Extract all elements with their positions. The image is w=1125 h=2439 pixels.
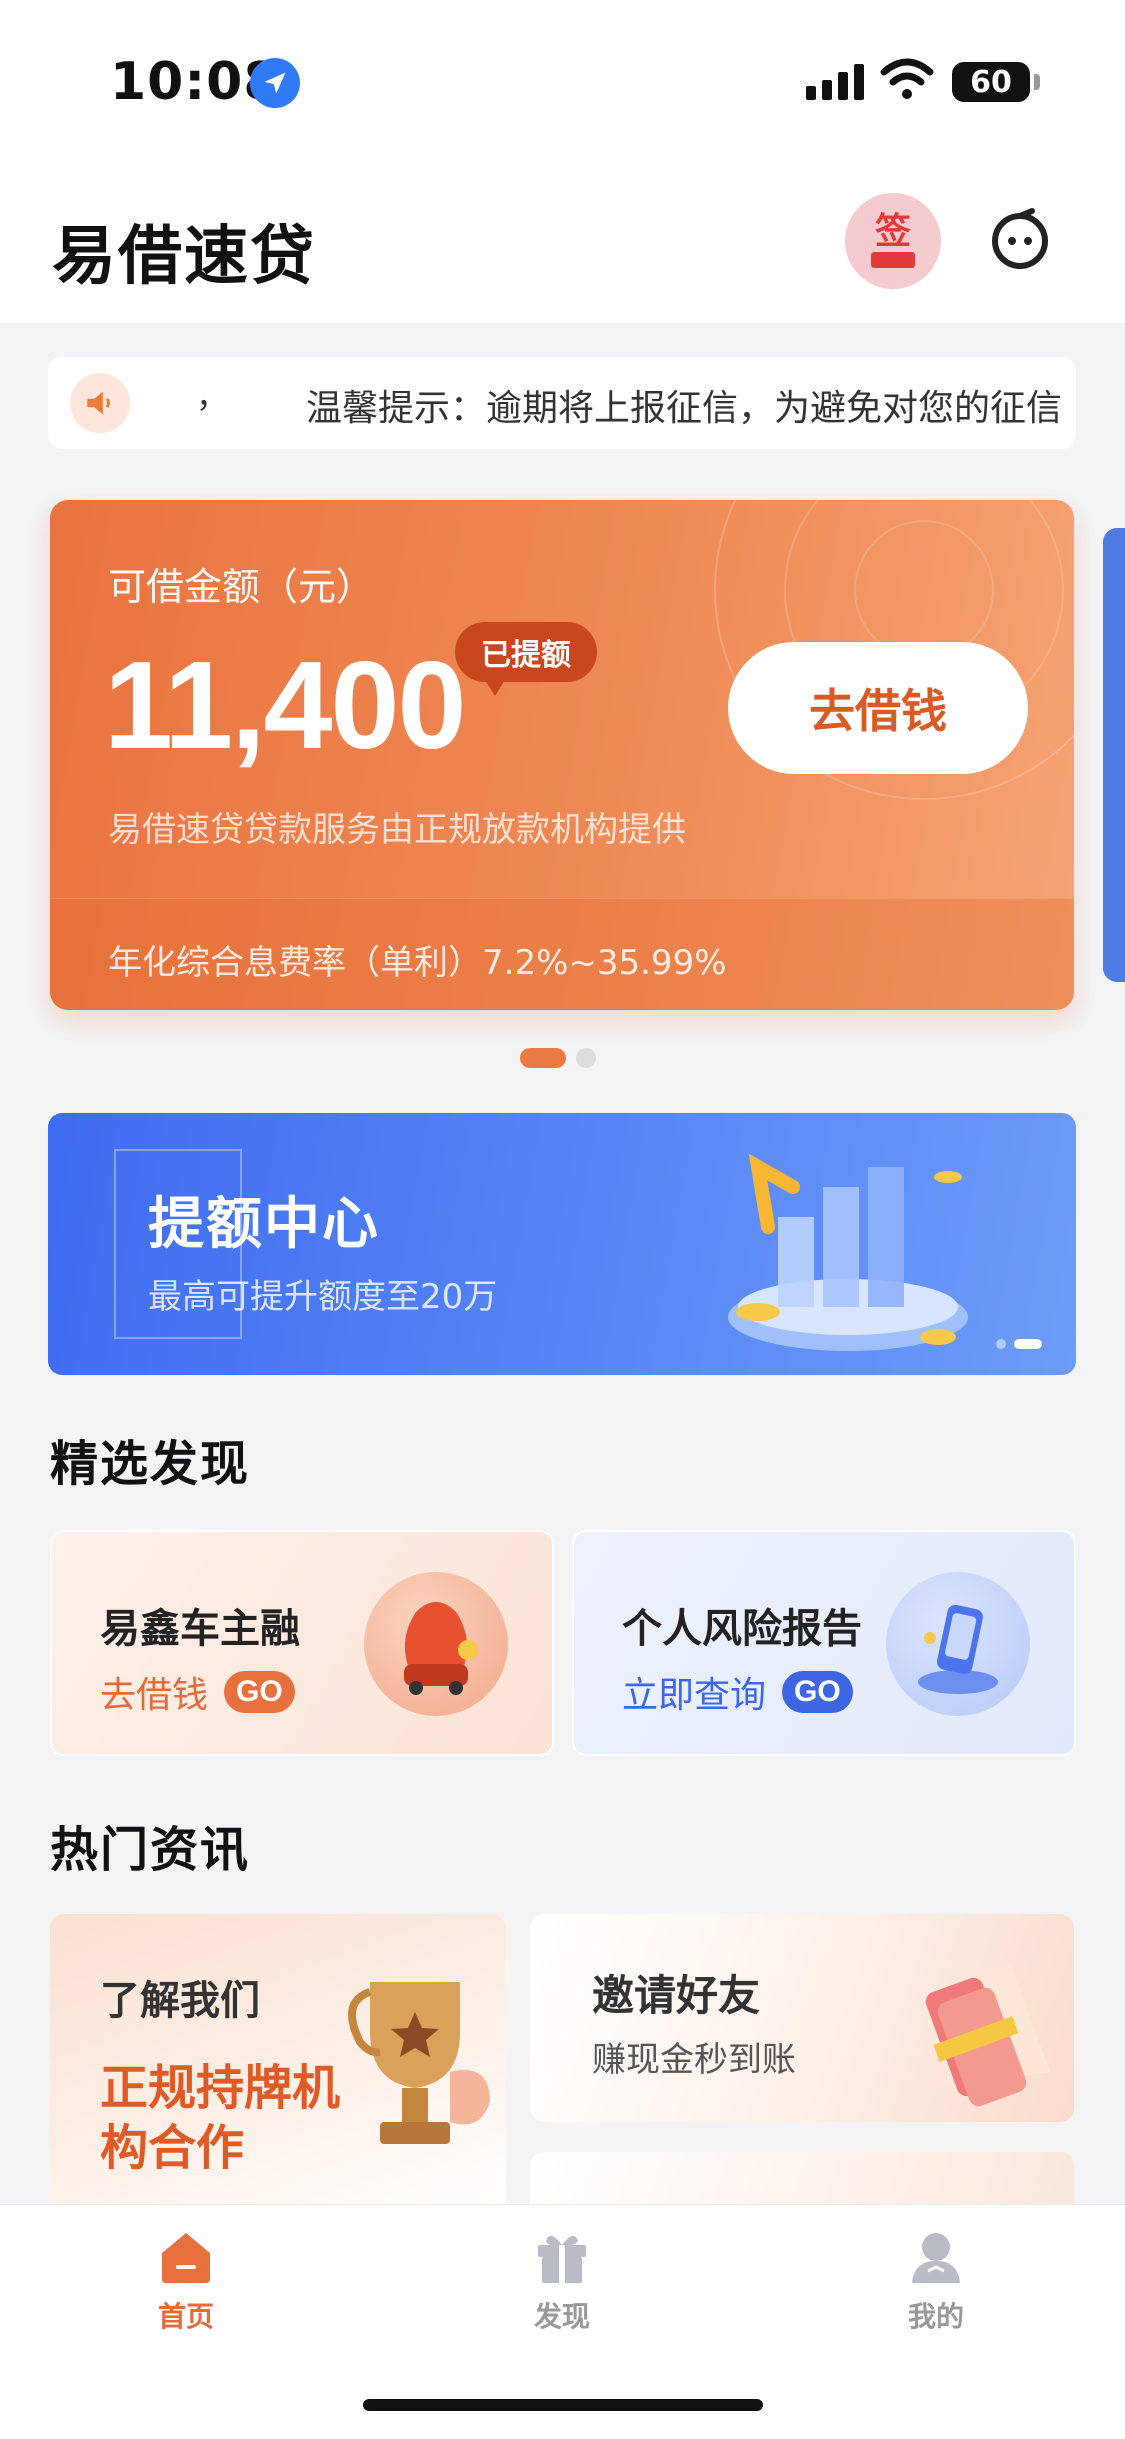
tab-home[interactable]: 首页	[86, 2227, 286, 2335]
available-amount-value: 11,400	[104, 637, 466, 775]
available-amount-label: 可借金额（元）	[108, 565, 375, 609]
go-badge: GO	[782, 1671, 853, 1713]
news-invite-subtitle: 赚现金秒到账	[592, 2040, 796, 2080]
news-invite-title: 邀请好友	[592, 1971, 761, 2020]
gift-box-icon	[871, 252, 915, 268]
news-card-about-us[interactable]: 了解我们 正规持牌机构合作	[50, 1914, 506, 2214]
car-money-bag-icon	[364, 1572, 508, 1716]
featured-card-car-loan[interactable]: 易鑫车主融 去借钱 GO	[50, 1530, 554, 1756]
banner-indicator	[996, 1339, 1042, 1349]
status-bar: 10:08 60	[0, 0, 1125, 165]
location-arrow-icon	[250, 58, 300, 108]
app-title: 易借速贷	[52, 220, 316, 294]
banner-dot-active	[1014, 1339, 1042, 1349]
featured-card-title: 个人风险报告	[622, 1606, 862, 1652]
app-header: 易借速贷 签	[0, 165, 1125, 323]
phone-report-icon	[886, 1572, 1030, 1716]
news-section-title: 热门资讯	[50, 1822, 251, 1878]
wifi-icon	[880, 58, 934, 106]
growth-chart-illustration	[728, 1153, 968, 1351]
quota-center-banner[interactable]: 提额中心 最高可提升额度至20万	[48, 1113, 1076, 1375]
decor-circle	[854, 520, 994, 660]
news-about-highlight: 正规持牌机构合作	[100, 2060, 341, 2176]
quota-center-title: 提额中心	[148, 1192, 380, 1257]
featured-card-link-label: 去借钱	[100, 1675, 209, 1716]
speaker-icon	[70, 373, 130, 433]
notice-bar[interactable]: ， 温馨提示：逾期将上报征信，为避免对您的征信	[48, 357, 1076, 449]
tab-mine[interactable]: 我的	[836, 2227, 1036, 2335]
banner-dot	[996, 1339, 1006, 1349]
interest-rate-text: 年化综合息费率（单利）7.2%~35.99%	[108, 943, 727, 983]
notice-prefix: ，	[196, 377, 229, 415]
loan-card: 可借金额（元） 11,400 已提额 去借钱 易借速贷贷款服务由正规放款机构提供…	[50, 500, 1074, 1010]
featured-card-link-label: 立即查询	[622, 1675, 767, 1716]
sign-in-label: 签	[874, 211, 911, 252]
carousel-indicator	[520, 1048, 596, 1068]
customer-service-icon[interactable]	[988, 207, 1052, 271]
featured-card-title: 易鑫车主融	[100, 1606, 300, 1652]
battery-tip	[1034, 74, 1040, 90]
borrow-button[interactable]: 去借钱	[728, 642, 1028, 774]
loan-card-footer: 年化综合息费率（单利）7.2%~35.99%	[50, 898, 1074, 1010]
featured-card-link[interactable]: 去借钱 GO	[100, 1666, 295, 1718]
tab-mine-label: 我的	[907, 2300, 964, 2333]
trophy-icon	[348, 1982, 490, 2144]
carousel-dot	[576, 1048, 596, 1068]
news-about-title: 了解我们	[100, 1978, 260, 2024]
cellular-signal-icon	[806, 64, 864, 100]
notice-text: 温馨提示：逾期将上报征信，为避免对您的征信	[306, 388, 1063, 429]
carousel-dot-active	[520, 1048, 566, 1068]
next-card-peek[interactable]	[1103, 528, 1125, 982]
tab-discover[interactable]: 发现	[462, 2227, 662, 2335]
featured-card-risk-report[interactable]: 个人风险报告 立即查询 GO	[572, 1530, 1076, 1756]
go-badge: GO	[224, 1671, 295, 1713]
tab-discover-label: 发现	[533, 2300, 590, 2333]
news-card-invite-friends[interactable]: 邀请好友 赚现金秒到账	[530, 1914, 1074, 2122]
gift-icon	[538, 2235, 586, 2283]
sign-in-button[interactable]: 签	[845, 193, 941, 289]
battery-indicator: 60	[952, 62, 1030, 102]
user-icon	[912, 2233, 960, 2283]
featured-card-link[interactable]: 立即查询 GO	[622, 1666, 853, 1718]
raised-badge: 已提额	[455, 622, 597, 696]
home-indicator[interactable]	[363, 2399, 763, 2411]
loan-card-description: 易借速贷贷款服务由正规放款机构提供	[108, 810, 686, 850]
quota-center-subtitle: 最高可提升额度至20万	[148, 1277, 498, 1317]
tab-home-label: 首页	[157, 2300, 214, 2333]
cash-stack-icon	[910, 1962, 1050, 2107]
featured-section-title: 精选发现	[50, 1436, 251, 1492]
home-icon	[162, 2233, 210, 2283]
